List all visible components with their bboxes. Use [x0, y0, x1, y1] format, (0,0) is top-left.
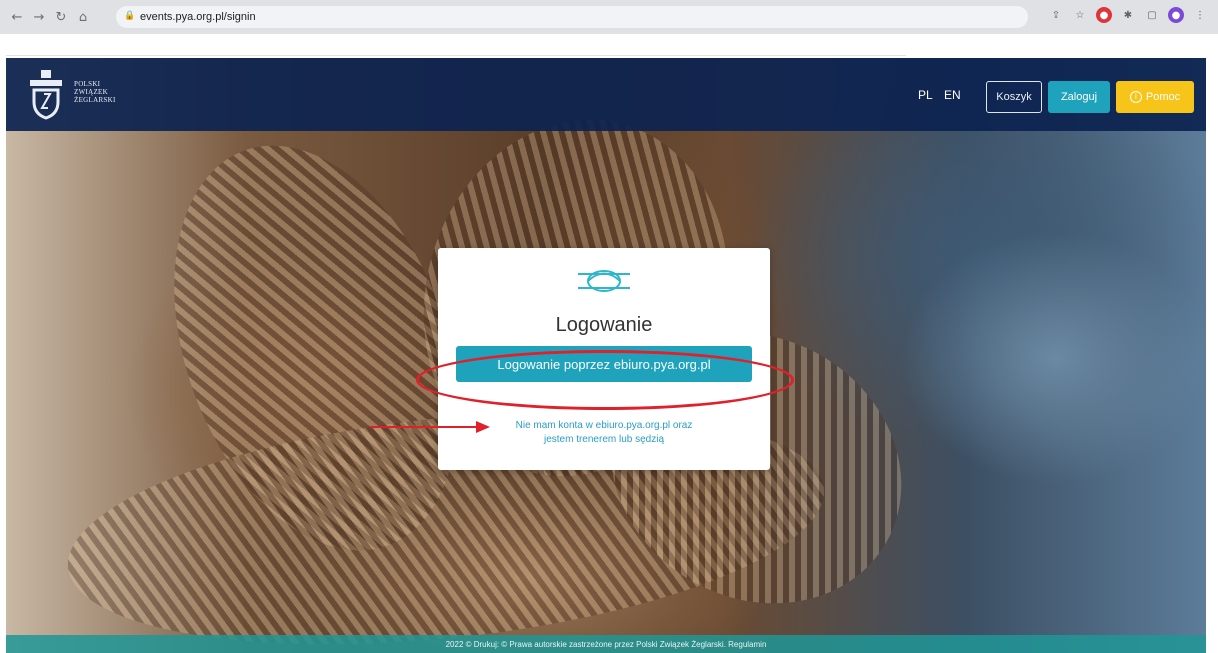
url-text: events.pya.org.pl/signin — [140, 11, 256, 23]
no-account-link-line1: Nie mam konta w ebiuro.pya.org.pl oraz — [515, 420, 693, 431]
no-account-link[interactable]: Nie mam konta w ebiuro.pya.org.pl oraz j… — [478, 419, 730, 447]
logo-line-2: ZWIĄZEK — [74, 88, 108, 96]
lock-icon: 🔒 — [124, 11, 136, 21]
login-title: Logowanie — [555, 314, 653, 336]
profile-avatar-icon[interactable]: ● — [1168, 7, 1184, 23]
sidepanel-icon[interactable]: ▢ — [1144, 7, 1160, 23]
red-annotation-ellipse — [416, 350, 794, 410]
logo-text: POLSKI ZWIĄZEK ŻEGLARSKI — [74, 80, 116, 104]
top-navbar: POLSKI ZWIĄZEK ŻEGLARSKI PL EN Koszyk Za… — [6, 58, 1206, 131]
adblock-icon[interactable]: ● — [1096, 7, 1112, 23]
browser-toolbar: ← → ↻ ⌂ 🔒 events.pya.org.pl/signin ⇪ ☆ ●… — [0, 0, 1218, 34]
login-button[interactable]: Zaloguj — [1048, 81, 1110, 113]
lang-en-link[interactable]: EN — [944, 88, 961, 102]
footer-text: 2022 © Drukuj: © Prawa autorskie zastrze… — [445, 639, 767, 649]
cart-button[interactable]: Koszyk — [986, 81, 1042, 113]
pzz-logo-icon[interactable] — [26, 68, 66, 120]
reload-icon[interactable]: ↻ — [50, 6, 72, 28]
no-account-link-line2: jestem trenerem lub sędzią — [543, 434, 665, 445]
lang-pl-link[interactable]: PL — [918, 88, 933, 102]
hero-background: POLSKI ZWIĄZEK ŻEGLARSKI PL EN Koszyk Za… — [6, 58, 1206, 653]
help-button[interactable]: i Pomoc — [1116, 81, 1194, 113]
logo-line-1: POLSKI — [74, 80, 101, 88]
home-icon[interactable]: ⌂ — [72, 6, 94, 28]
footer-bar: 2022 © Drukuj: © Prawa autorskie zastrze… — [6, 635, 1206, 653]
knot-icon — [578, 270, 630, 292]
back-icon[interactable]: ← — [6, 6, 28, 28]
red-annotation-arrow-icon — [370, 421, 490, 433]
extensions-area: ⇪ ☆ ● ✱ ▢ ● ⋮ — [1048, 7, 1208, 23]
address-bar[interactable]: 🔒 events.pya.org.pl/signin — [116, 6, 1028, 28]
menu-kebab-icon[interactable]: ⋮ — [1192, 7, 1208, 23]
bookmarks-bar — [6, 34, 906, 56]
puzzle-extensions-icon[interactable]: ✱ — [1120, 7, 1136, 23]
forward-icon[interactable]: → — [28, 6, 50, 28]
info-icon: i — [1129, 91, 1142, 103]
share-icon[interactable]: ⇪ — [1048, 7, 1064, 23]
bookmark-star-icon[interactable]: ☆ — [1072, 7, 1088, 23]
logo-line-3: ŻEGLARSKI — [74, 96, 116, 104]
help-label: Pomoc — [1145, 91, 1181, 103]
